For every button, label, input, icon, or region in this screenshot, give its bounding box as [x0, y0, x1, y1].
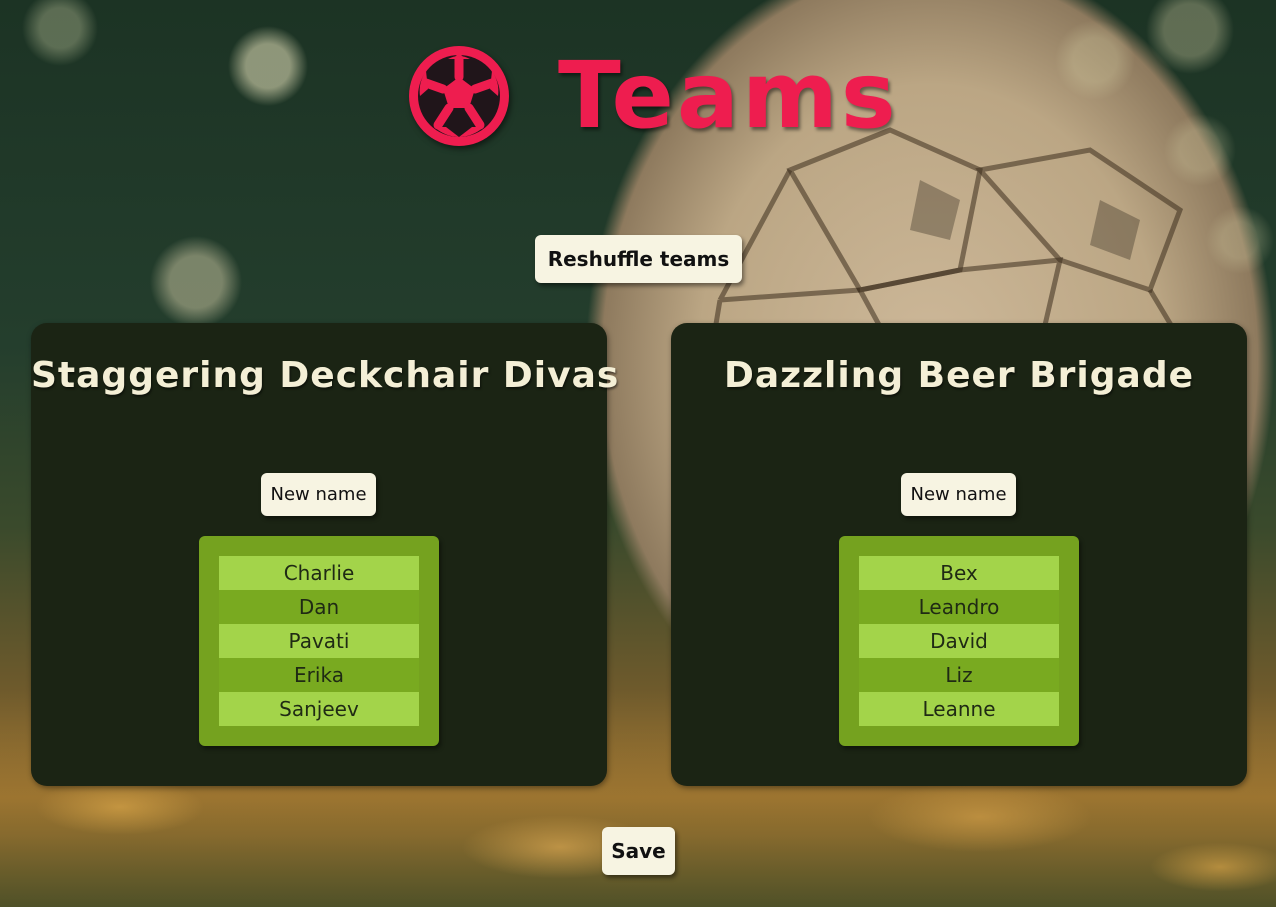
player-item: Leanne [859, 692, 1059, 726]
new-name-button[interactable]: New name [901, 473, 1016, 516]
save-button[interactable]: Save [602, 827, 675, 875]
team-name: Staggering Deckchair Divas [31, 355, 620, 396]
player-item: Dan [219, 590, 419, 624]
player-roster: Bex Leandro David Liz Leanne [839, 536, 1079, 746]
player-item: Erika [219, 658, 419, 692]
player-item: Leandro [859, 590, 1059, 624]
player-list: Bex Leandro David Liz Leanne [859, 556, 1059, 726]
player-item: Sanjeev [219, 692, 419, 726]
reshuffle-teams-button[interactable]: Reshuffle teams [535, 235, 742, 283]
player-item: Liz [859, 658, 1059, 692]
team-card-1: Staggering Deckchair Divas New name Char… [31, 323, 620, 786]
player-item: Bex [859, 556, 1059, 590]
player-item: Charlie [219, 556, 419, 590]
player-roster: Charlie Dan Pavati Erika Sanjeev [199, 536, 439, 746]
app-header: Teams [404, 40, 899, 152]
soccer-ball-icon [409, 46, 509, 146]
player-item: Pavati [219, 624, 419, 658]
new-name-button[interactable]: New name [261, 473, 376, 516]
team-name: Dazzling Beer Brigade [723, 355, 1195, 396]
team-card-2: Dazzling Beer Brigade New name Bex Leand… [671, 323, 1247, 786]
page-title: Teams [558, 42, 899, 149]
player-list: Charlie Dan Pavati Erika Sanjeev [219, 556, 419, 726]
player-item: David [859, 624, 1059, 658]
